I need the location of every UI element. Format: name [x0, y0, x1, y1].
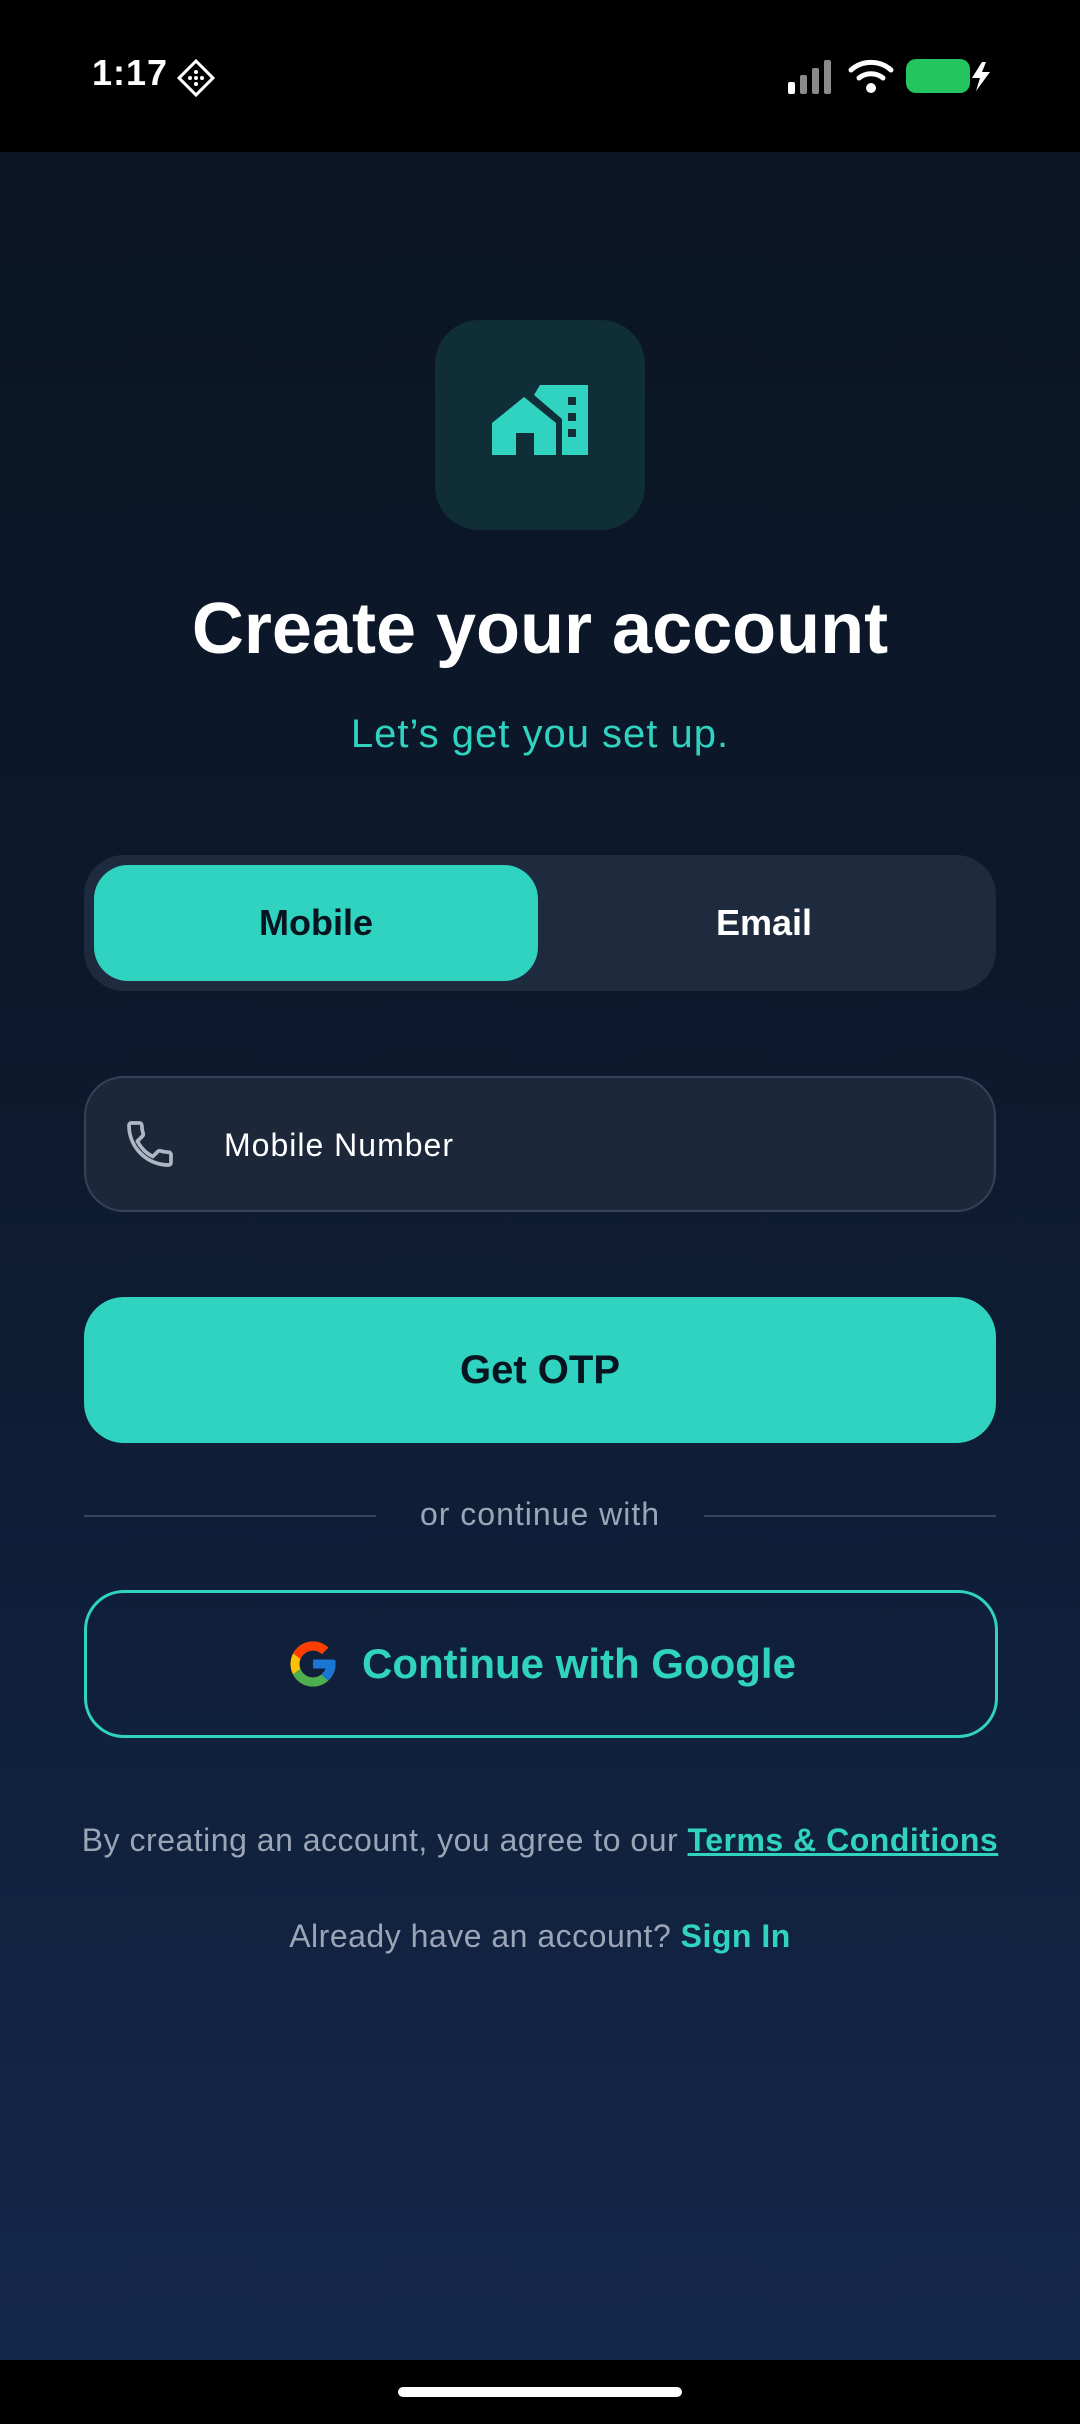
house-building-icon [492, 385, 588, 455]
mobile-number-field[interactable] [84, 1076, 996, 1212]
wifi-icon [848, 58, 894, 99]
continue-with-google-button[interactable]: Continue with Google [84, 1590, 998, 1738]
tab-mobile[interactable]: Mobile [94, 865, 538, 981]
app-logo [435, 320, 645, 530]
signup-method-toggle: Mobile Email [84, 855, 996, 991]
google-g-icon [290, 1641, 336, 1687]
signin-link[interactable]: Sign In [681, 1918, 791, 1954]
battery-charging-icon [906, 58, 992, 99]
signal-icon [786, 60, 834, 99]
status-time: 1:17 [92, 52, 169, 93]
status-bar: 1:17 [0, 0, 1080, 152]
signin-prefix: Already have an account? [289, 1918, 681, 1954]
home-indicator[interactable] [398, 2387, 682, 2397]
terms-notice: By creating an account, you agree to our… [0, 1822, 1080, 1859]
terms-prefix: By creating an account, you agree to our [81, 1822, 688, 1858]
page-subtitle: Let’s get you set up. [350, 712, 730, 756]
phone-icon [122, 1116, 178, 1177]
tab-email[interactable]: Email [542, 865, 986, 981]
google-button-label: Continue with Google [362, 1640, 796, 1687]
location-diamond-icon [176, 58, 216, 103]
divider-right [704, 1515, 996, 1517]
terms-link[interactable]: Terms & Conditions [688, 1822, 999, 1858]
page-title: Create your account [191, 589, 889, 669]
signin-prompt: Already have an account? Sign In [0, 1918, 1080, 1955]
mobile-number-input[interactable] [222, 1112, 946, 1178]
get-otp-button[interactable]: Get OTP [84, 1297, 996, 1443]
